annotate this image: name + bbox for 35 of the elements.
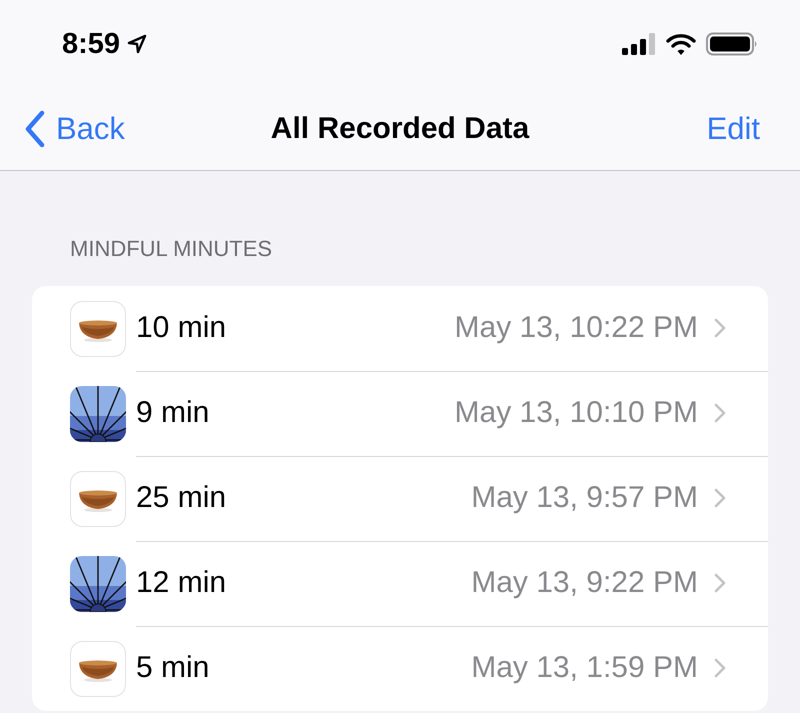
chevron-icon: [714, 403, 726, 423]
duration-label: 25 min: [136, 481, 226, 515]
list-row[interactable]: 10 min May 13, 10:22 PM: [32, 286, 768, 371]
sunrise-icon: [70, 386, 126, 442]
bowl-icon: [70, 640, 126, 696]
list-row[interactable]: 9 min May 13, 10:10 PM: [32, 371, 768, 456]
date-label: May 13, 9:22 PM: [471, 566, 698, 600]
back-button[interactable]: Back: [24, 110, 125, 148]
duration-label: 10 min: [136, 311, 226, 345]
duration-label: 12 min: [136, 566, 226, 600]
location-arrow-icon: [126, 33, 148, 55]
chevron-icon: [714, 488, 726, 508]
sunrise-icon: [70, 556, 126, 612]
back-chevron-icon: [24, 110, 46, 148]
bowl-icon: [70, 470, 126, 526]
duration-label: 5 min: [136, 651, 210, 685]
duration-label: 9 min: [136, 396, 210, 430]
edit-button[interactable]: Edit: [706, 111, 760, 147]
date-label: May 13, 1:59 PM: [471, 651, 698, 685]
bowl-icon: [70, 300, 126, 356]
date-label: May 13, 9:57 PM: [471, 481, 698, 515]
signal-icon: [622, 32, 656, 56]
status-time: 8:59: [62, 28, 120, 60]
list-row[interactable]: 5 min May 13, 1:59 PM: [32, 626, 768, 711]
date-label: May 13, 10:22 PM: [454, 311, 698, 345]
screen-title: All Recorded Data: [270, 112, 530, 146]
section-header: MINDFUL MINUTES: [70, 235, 274, 263]
wifi-icon: [666, 32, 696, 56]
battery-icon: [706, 32, 758, 56]
chevron-icon: [714, 658, 726, 678]
chevron-icon: [714, 318, 726, 338]
list-row[interactable]: 12 min May 13, 9:22 PM: [32, 541, 768, 626]
list-row[interactable]: 25 min May 13, 9:57 PM: [32, 456, 768, 541]
chevron-icon: [714, 573, 726, 593]
date-label: May 13, 10:10 PM: [454, 396, 698, 430]
